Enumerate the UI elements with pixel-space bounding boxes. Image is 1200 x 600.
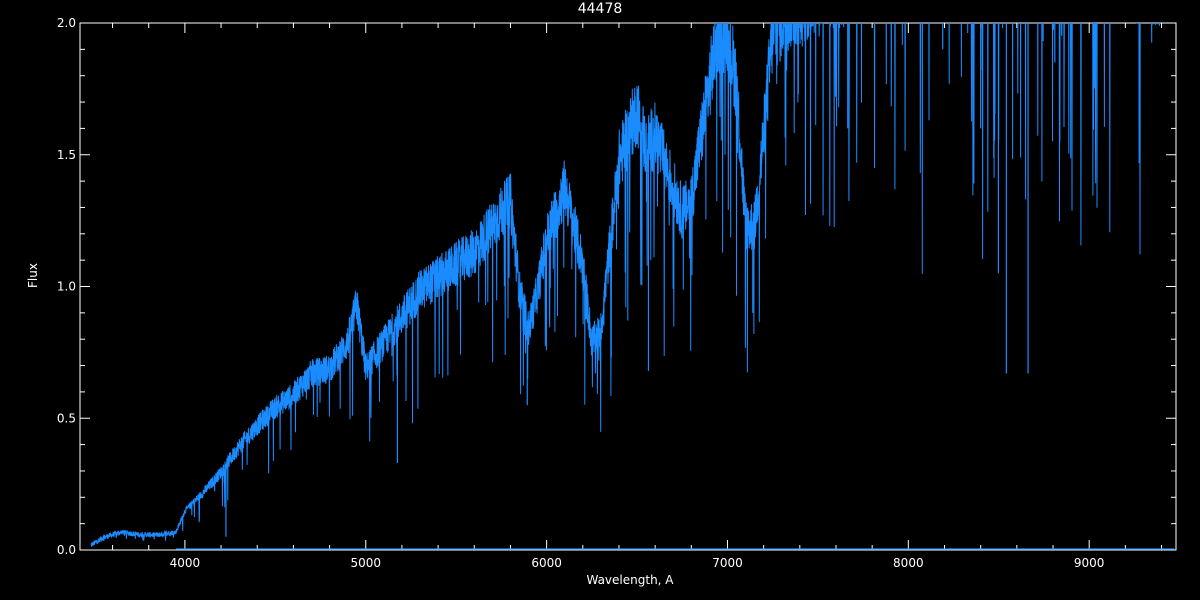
x-tick-label: 8000: [893, 556, 924, 570]
spectrum-chart: 4000 5000 6000 7000 8000 9000 0.0 0.5 1.0 1.5 2.0: [57, 16, 1177, 570]
y-tick-label: 2.0: [57, 16, 76, 30]
x-tick-label: 5000: [350, 556, 381, 570]
y-tick-label: 1.0: [57, 280, 76, 294]
y-tick-label: 0.0: [57, 543, 76, 557]
y-tick-label: 0.5: [57, 411, 76, 425]
x-tick-label: 9000: [1074, 556, 1105, 570]
y-tick-label: 1.5: [57, 148, 76, 162]
x-tick-label: 6000: [531, 556, 562, 570]
x-tick-label: 4000: [170, 556, 201, 570]
spectrum-series-line: [90, 23, 1161, 547]
y-axis-label: Flux: [26, 263, 40, 288]
x-axis-label: Wavelength, A: [586, 573, 674, 587]
series-group: [90, 23, 1175, 550]
x-tick-label: 7000: [712, 556, 743, 570]
